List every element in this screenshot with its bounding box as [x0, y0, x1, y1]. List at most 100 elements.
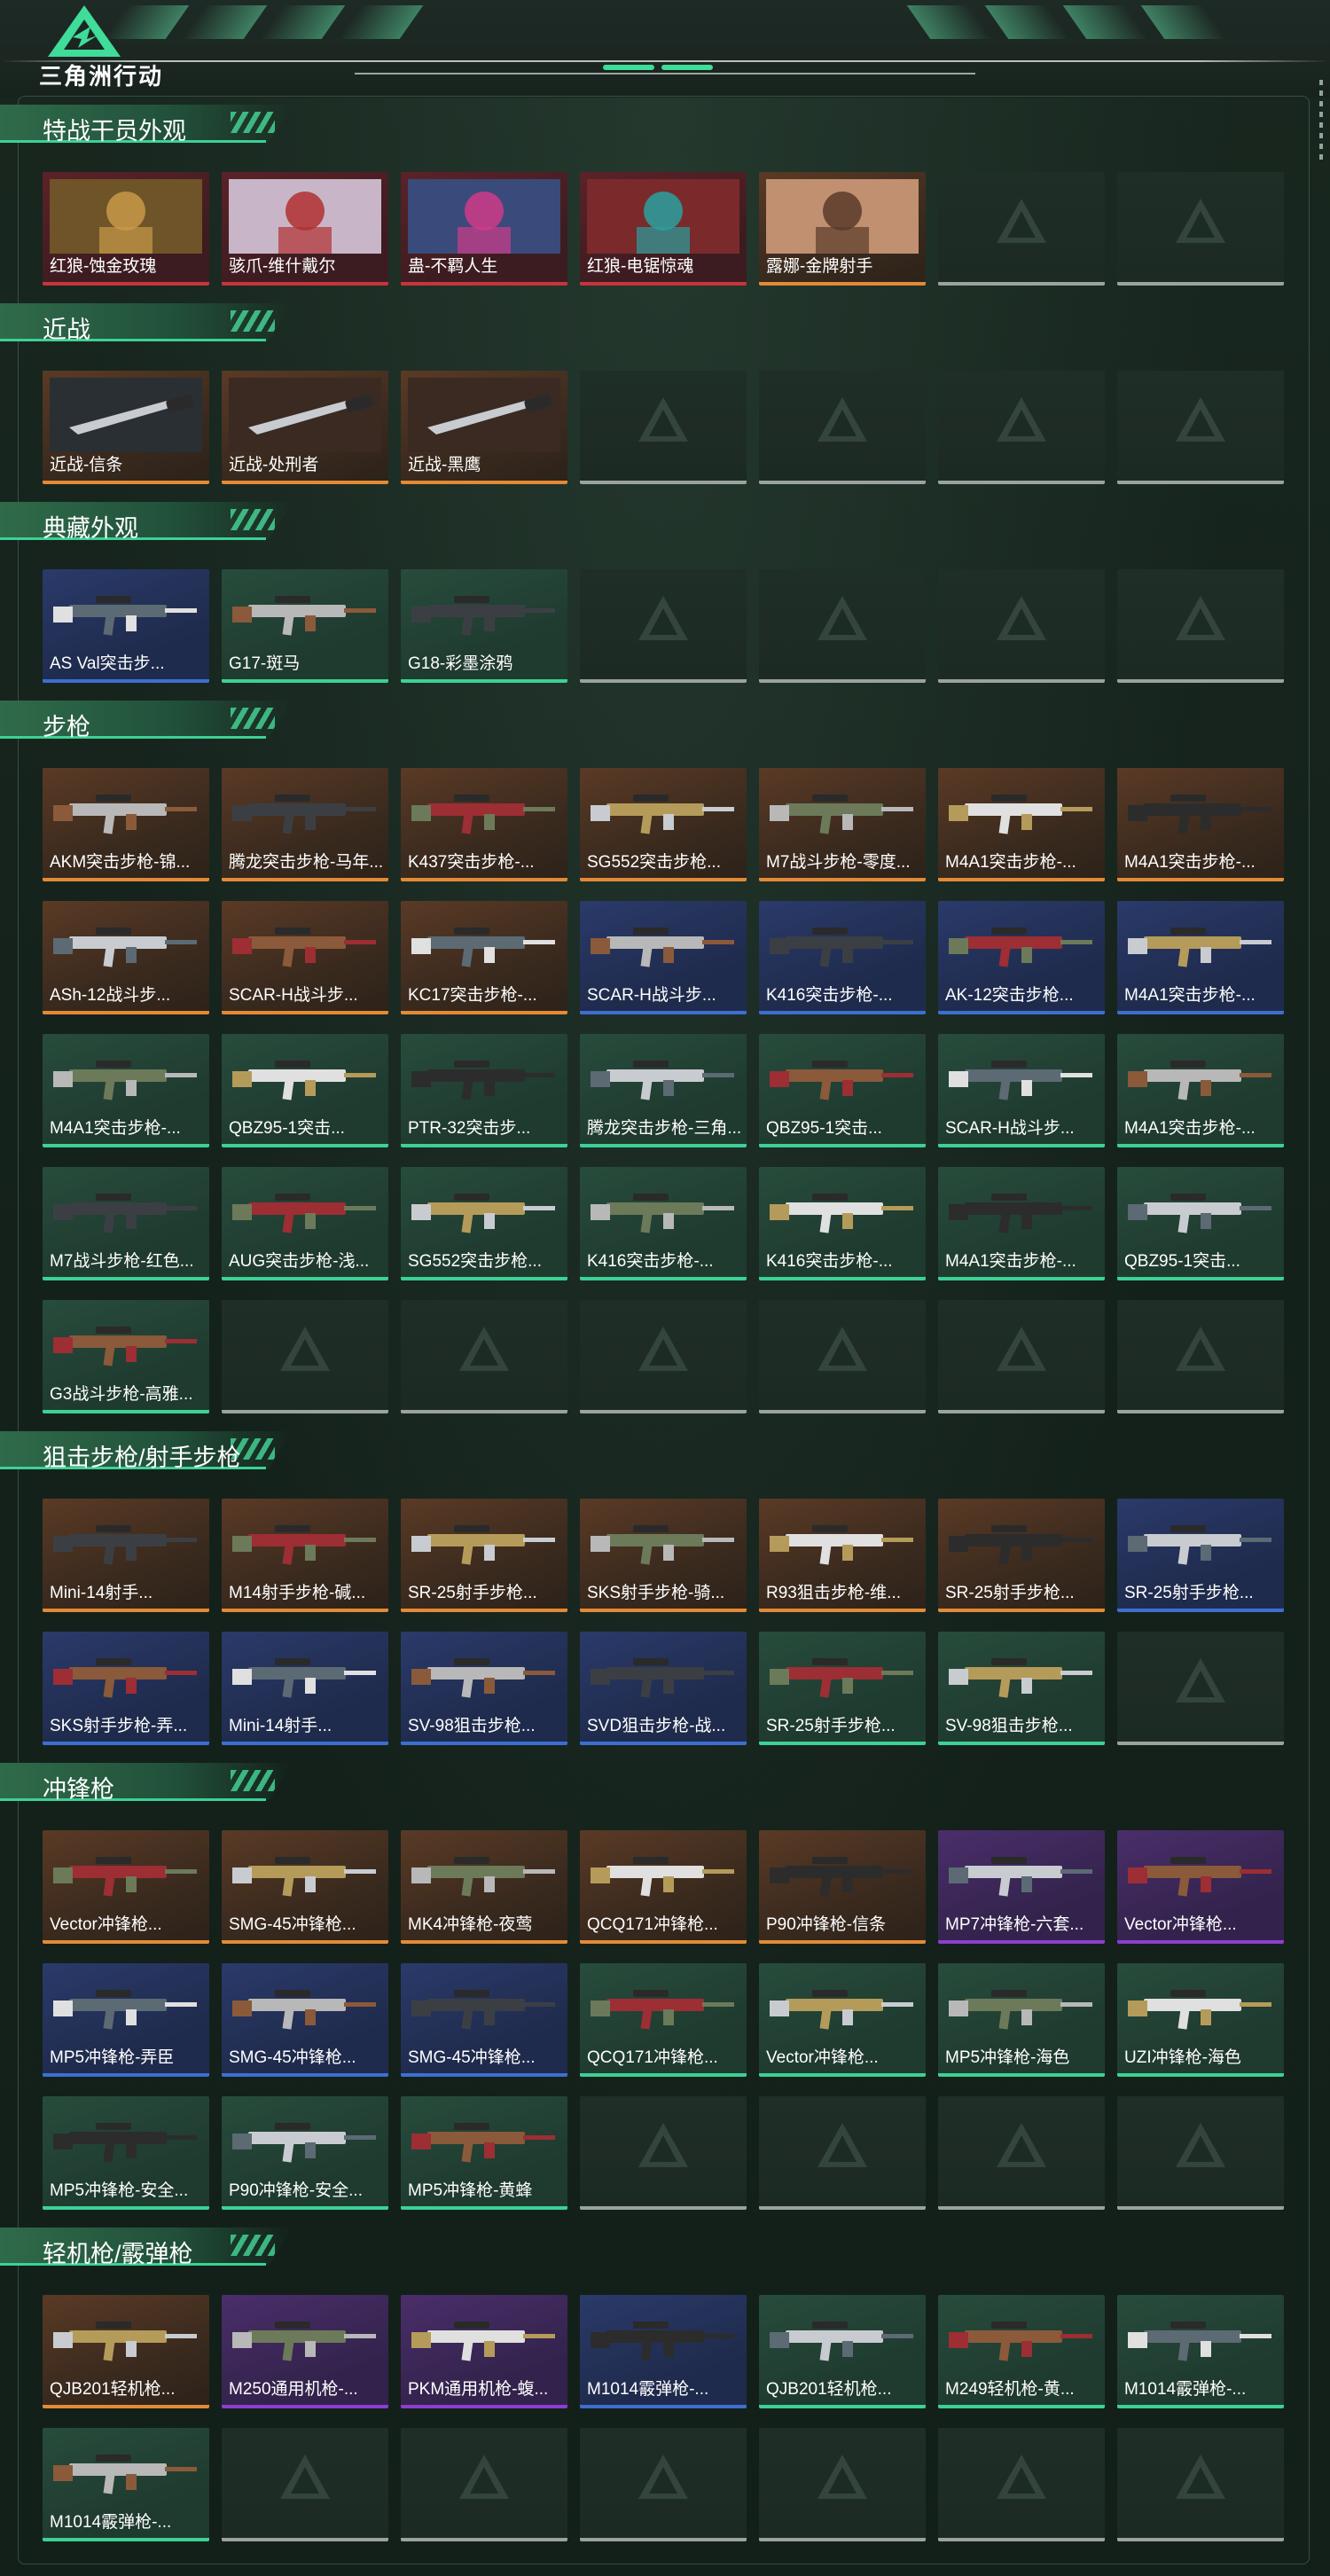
skin-card[interactable]: SMG-45冲锋枪...: [401, 1963, 567, 2077]
skin-card[interactable]: M1014霰弹枪-...: [43, 2428, 209, 2541]
empty-slot: [938, 172, 1105, 286]
scrollbar-handle[interactable]: [1319, 80, 1323, 160]
skin-card[interactable]: AKM突击步枪-锦...: [43, 768, 209, 881]
skin-card[interactable]: 近战-信条: [43, 371, 209, 484]
skin-card[interactable]: 露娜-金牌射手: [759, 172, 926, 286]
skin-card[interactable]: SVD狙击步枪-战...: [580, 1632, 747, 1745]
skin-card[interactable]: SKS射手步枪-弄...: [43, 1632, 209, 1745]
skin-card[interactable]: UZI冲锋枪-海色: [1117, 1963, 1284, 2077]
rarity-bar: [938, 2405, 1105, 2408]
skin-card[interactable]: KC17突击步枪-...: [401, 901, 567, 1014]
skin-name: SR-25射手步枪...: [1124, 1584, 1254, 1602]
skin-card[interactable]: M250通用机枪-...: [222, 2295, 388, 2408]
skin-name: K437突击步枪-...: [408, 853, 535, 872]
skin-card[interactable]: G3战斗步枪-高雅...: [43, 1300, 209, 1413]
skin-card[interactable]: ASh-12战斗步...: [43, 901, 209, 1014]
skin-card[interactable]: P90冲锋枪-安全...: [222, 2096, 388, 2210]
skin-card[interactable]: MP5冲锋枪-黄蜂: [401, 2096, 567, 2210]
skin-card[interactable]: Mini-14射手...: [43, 1499, 209, 1612]
skin-card[interactable]: MK4冲锋枪-夜莺: [401, 1830, 567, 1944]
weapon-skin-image: [770, 1857, 913, 1897]
skin-card[interactable]: M14射手步枪-碱...: [222, 1499, 388, 1612]
rarity-bar: [43, 1940, 209, 1944]
skin-card[interactable]: QCQ171冲锋枪...: [580, 1963, 747, 2077]
skin-card[interactable]: SMG-45冲锋枪...: [222, 1963, 388, 2077]
item-grid: AKM突击步枪-锦... 腾龙突击步枪-马年... K437突击步枪-... SG55…: [43, 768, 1284, 1413]
weapon-image-frame: [938, 1963, 1105, 2052]
skin-card[interactable]: SKS射手步枪-骑...: [580, 1499, 747, 1612]
rarity-bar: [759, 282, 926, 286]
skin-card[interactable]: 腾龙突击步枪-三角...: [580, 1034, 747, 1147]
skin-card[interactable]: MP5冲锋枪-安全...: [43, 2096, 209, 2210]
skin-card[interactable]: AK-12突击步枪...: [938, 901, 1105, 1014]
skin-card[interactable]: 近战-处刑者: [222, 371, 388, 484]
skin-card[interactable]: M1014霰弹枪-...: [580, 2295, 747, 2408]
skin-card[interactable]: M4A1突击步枪-...: [43, 1034, 209, 1147]
skin-card[interactable]: MP5冲锋枪-海色: [938, 1963, 1105, 2077]
skin-card[interactable]: SG552突击步枪...: [401, 1167, 567, 1280]
skin-card[interactable]: M7战斗步枪-零度...: [759, 768, 926, 881]
skin-card[interactable]: QBZ95-1突击...: [1117, 1167, 1284, 1280]
rarity-bar: [1117, 1144, 1284, 1147]
weapon-skin-image: [949, 795, 1092, 834]
section-title: 步枪: [43, 714, 90, 740]
skin-card[interactable]: SR-25射手步枪...: [759, 1632, 926, 1745]
skin-card[interactable]: Vector冲锋枪...: [43, 1830, 209, 1944]
skin-card[interactable]: SR-25射手步枪...: [1117, 1499, 1284, 1612]
weapon-image-frame: [401, 1632, 567, 1720]
empty-slot: [580, 371, 747, 484]
skin-card[interactable]: M1014霰弹枪-...: [1117, 2295, 1284, 2408]
skin-card[interactable]: PTR-32突击步...: [401, 1034, 567, 1147]
skin-card[interactable]: 蛊-不羁人生: [401, 172, 567, 286]
section-header: 步枪: [0, 699, 293, 740]
rarity-bar: [43, 1011, 209, 1014]
skin-card[interactable]: 近战-黑鹰: [401, 371, 567, 484]
skin-card[interactable]: K416突击步枪-...: [759, 1167, 926, 1280]
skin-card[interactable]: M4A1突击步枪-...: [1117, 901, 1284, 1014]
skin-card[interactable]: AS Val突击步...: [43, 569, 209, 683]
skin-card[interactable]: SMG-45冲锋枪...: [222, 1830, 388, 1944]
skin-card[interactable]: K437突击步枪-...: [401, 768, 567, 881]
skin-card[interactable]: Vector冲锋枪...: [1117, 1830, 1284, 1944]
skin-card[interactable]: SR-25射手步枪...: [938, 1499, 1105, 1612]
weapon-image-frame: [401, 768, 567, 857]
skin-card[interactable]: QCQ171冲锋枪...: [580, 1830, 747, 1944]
skin-card[interactable]: M4A1突击步枪-...: [938, 1167, 1105, 1280]
skin-card[interactable]: M7战斗步枪-红色...: [43, 1167, 209, 1280]
skin-card[interactable]: SV-98狙击步枪...: [938, 1632, 1105, 1745]
skin-card[interactable]: M4A1突击步枪-...: [1117, 1034, 1284, 1147]
skin-card[interactable]: K416突击步枪-...: [580, 1167, 747, 1280]
skin-card[interactable]: 红狼-电锯惊魂: [580, 172, 747, 286]
skin-card[interactable]: G18-彩墨涂鸦: [401, 569, 567, 683]
placeholder-delta-icon: [459, 2455, 509, 2499]
skin-card[interactable]: 腾龙突击步枪-马年...: [222, 768, 388, 881]
skin-card[interactable]: SCAR-H战斗步...: [222, 901, 388, 1014]
rarity-bar: [401, 1144, 567, 1147]
skin-card[interactable]: QBZ95-1突击...: [222, 1034, 388, 1147]
skin-card[interactable]: AUG突击步枪-浅...: [222, 1167, 388, 1280]
placeholder-delta-icon: [638, 397, 688, 442]
skin-card[interactable]: SG552突击步枪...: [580, 768, 747, 881]
skin-name: PTR-32突击步...: [408, 1119, 531, 1138]
skin-card[interactable]: G17-斑马: [222, 569, 388, 683]
skin-card[interactable]: K416突击步枪-...: [759, 901, 926, 1014]
skin-card[interactable]: QJB201轻机枪...: [759, 2295, 926, 2408]
skin-card[interactable]: MP7冲锋枪-六套...: [938, 1830, 1105, 1944]
skin-card[interactable]: M4A1突击步枪-...: [1117, 768, 1284, 881]
skin-card[interactable]: QJB201轻机枪...: [43, 2295, 209, 2408]
skin-card[interactable]: M4A1突击步枪-...: [938, 768, 1105, 881]
skin-card[interactable]: PKM通用机枪-蝮...: [401, 2295, 567, 2408]
skin-card[interactable]: M249轻机枪-黄...: [938, 2295, 1105, 2408]
skin-card[interactable]: SCAR-H战斗步...: [580, 901, 747, 1014]
skin-card[interactable]: 红狼-蚀金玫瑰: [43, 172, 209, 286]
skin-card[interactable]: QBZ95-1突击...: [759, 1034, 926, 1147]
skin-card[interactable]: SCAR-H战斗步...: [938, 1034, 1105, 1147]
skin-card[interactable]: SR-25射手步枪...: [401, 1499, 567, 1612]
skin-card[interactable]: Vector冲锋枪...: [759, 1963, 926, 2077]
skin-card[interactable]: SV-98狙击步枪...: [401, 1632, 567, 1745]
skin-card[interactable]: R93狙击步枪-维...: [759, 1499, 926, 1612]
skin-card[interactable]: 骇爪-维什戴尔: [222, 172, 388, 286]
skin-card[interactable]: MP5冲锋枪-弄臣: [43, 1963, 209, 2077]
skin-card[interactable]: P90冲锋枪-信条: [759, 1830, 926, 1944]
skin-card[interactable]: Mini-14射手...: [222, 1632, 388, 1745]
